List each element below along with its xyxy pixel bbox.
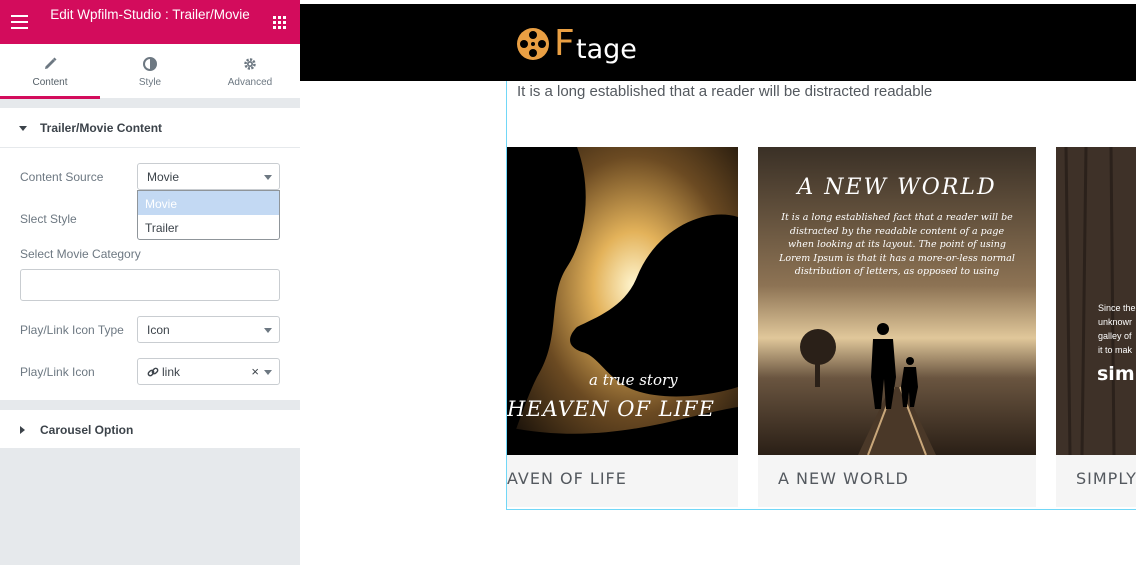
tab-advanced[interactable]: Advanced [200,44,300,98]
chevron-down-icon [264,175,272,180]
section-title: Trailer/Movie Content [40,121,163,135]
site-header: F tage [300,4,1136,81]
movie-title[interactable]: SIMPLY [1076,469,1136,488]
slect-style-label: Slect Style [20,212,77,226]
section-carousel-option[interactable]: Carousel Option [0,410,300,448]
poster-title: A NEW WORLD [797,175,997,200]
panel-title: Edit Wpfilm-Studio : Trailer/Movie [50,7,250,22]
logo-letter: F [554,23,575,64]
gear-icon [244,58,256,70]
tab-style[interactable]: Style [100,44,200,98]
movie-poster-image: A NEW WORLD It is a long established fac… [758,147,1036,455]
movie-card[interactable]: Since the unknowr galley of it to mak si… [1056,147,1136,507]
apps-grid-icon[interactable] [273,16,286,29]
content-source-dropdown: Movie Trailer [137,190,280,240]
poster-title: HEAVEN OF LIFE [507,397,715,421]
dropdown-option-movie[interactable]: Movie [138,191,279,215]
icon-value: link [162,365,181,379]
content-source-value: Movie [147,170,180,184]
caret-right-icon [20,426,25,434]
poster-word: simp [1097,363,1136,385]
movie-category-label: Select Movie Category [20,247,141,261]
chevron-down-icon [264,370,272,375]
icon-select[interactable]: link × [137,358,280,385]
logo-text: tage [576,34,637,65]
tab-style-label: Style [138,77,162,88]
site-logo[interactable]: F tage [516,21,646,66]
tab-content-label: Content [32,77,68,88]
movie-title[interactable]: A NEW WORLD [778,469,909,488]
caret-down-icon [19,126,27,131]
panel-header: Edit Wpfilm-Studio : Trailer/Movie [0,0,300,44]
tab-advanced-label: Advanced [227,77,273,88]
film-reel-icon [517,28,549,60]
preview-canvas: F tage It is a long established that a r… [300,0,1136,565]
dropdown-option-trailer[interactable]: Trailer [138,215,279,239]
movie-poster-image: a true story HEAVEN OF LIFE [507,147,738,455]
poster-text: Since the unknowr galley of it to mak [1098,303,1136,355]
icon-type-select[interactable]: Icon [137,316,280,343]
trailer-movie-widget: It is a long established that a reader w… [506,81,1136,510]
content-source-select[interactable]: Movie [137,163,280,190]
clear-icon[interactable]: × [251,364,259,379]
icon-type-value: Icon [147,323,170,337]
panel-tabs: Content Style Advanced [0,44,300,99]
movie-card[interactable]: A NEW WORLD It is a long established fac… [758,147,1036,507]
pencil-icon [45,57,57,69]
poster-tagline: a true story [589,371,678,389]
menu-icon[interactable] [11,15,28,29]
intro-text: It is a long established that a reader w… [517,83,933,100]
movie-card[interactable]: a true story HEAVEN OF LIFE AVEN OF LIFE [507,147,738,507]
section-title: Carousel Option [40,423,134,437]
icon-type-label: Play/Link Icon Type [20,323,124,337]
content-source-label: Content Source [20,170,104,184]
movie-poster-image: Since the unknowr galley of it to mak si… [1056,147,1136,455]
tab-content[interactable]: Content [0,44,100,99]
chevron-down-icon [264,328,272,333]
poster-body: It is a long established fact that a rea… [779,212,1015,277]
icon-label: Play/Link Icon [20,365,95,379]
section-trailer-movie-content[interactable]: Trailer/Movie Content [0,108,300,148]
contrast-icon [143,57,157,71]
movie-category-input[interactable] [20,269,280,301]
link-icon [147,367,159,377]
movie-title[interactable]: AVEN OF LIFE [507,469,627,488]
editor-panel: Edit Wpfilm-Studio : Trailer/Movie Conte… [0,0,300,565]
